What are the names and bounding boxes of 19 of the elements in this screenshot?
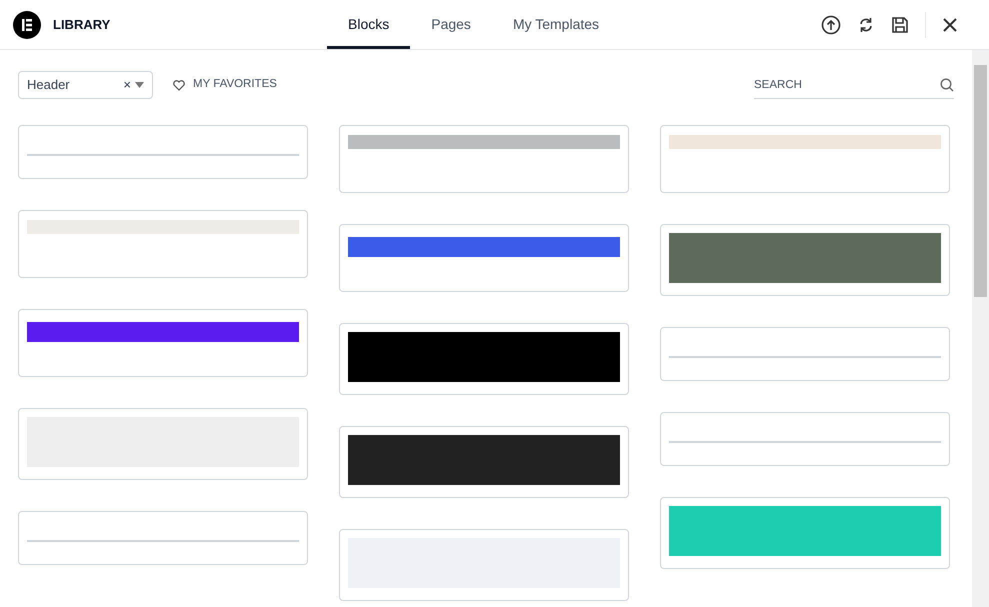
- library-title: LIBRARY: [53, 16, 110, 34]
- caret-icon: [135, 82, 144, 88]
- favorites-link[interactable]: MY FAVORITES: [173, 76, 277, 94]
- save-icon[interactable]: [891, 16, 909, 34]
- template-card[interactable]: [18, 309, 308, 377]
- logo-icon: [13, 10, 41, 38]
- search-field[interactable]: SEARCH: [754, 71, 954, 99]
- heart-icon: [173, 80, 185, 90]
- upload-icon[interactable]: [821, 14, 841, 34]
- category-dropdown[interactable]: Header ×: [18, 71, 153, 99]
- scrollbar[interactable]: [972, 50, 989, 607]
- tab[interactable]: Pages: [410, 0, 492, 49]
- tab[interactable]: Blocks: [327, 0, 410, 49]
- close-icon[interactable]: [942, 16, 958, 32]
- tab[interactable]: My Templates: [492, 0, 620, 49]
- clear-button[interactable]: ×: [123, 75, 131, 95]
- search-icon: [940, 78, 954, 92]
- template-card[interactable]: [339, 323, 629, 395]
- template-card[interactable]: [339, 426, 629, 498]
